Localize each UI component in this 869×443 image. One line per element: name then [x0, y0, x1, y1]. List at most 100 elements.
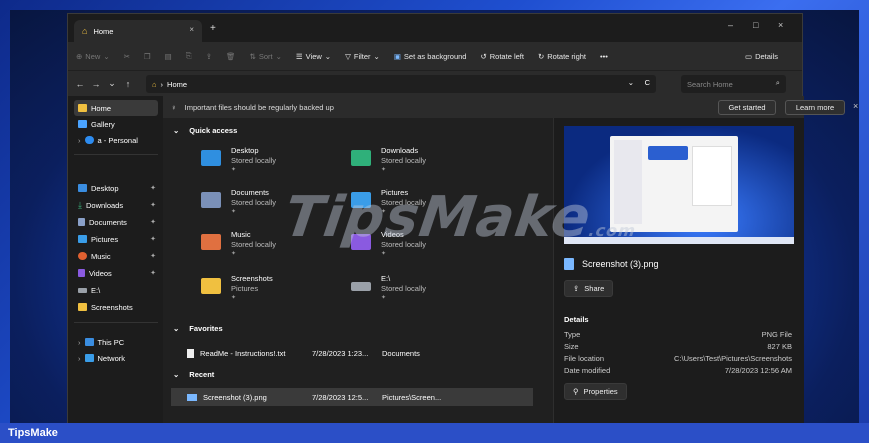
sidebar-item-label: Home [91, 103, 112, 113]
up-button[interactable]: ↑ [120, 79, 136, 89]
plus-circle-icon: ⊕ [76, 51, 83, 61]
sidebar-item-label: Gallery [91, 119, 115, 129]
file-location: Pictures\Screen... [382, 392, 442, 402]
folder-status: Stored locally [231, 198, 277, 207]
documents-folder-icon [201, 192, 221, 208]
quick-access-drive-e[interactable]: E:\ Stored locally ✦ [351, 274, 491, 310]
recent-header[interactable]: ⌄ Recent [173, 370, 214, 379]
sidebar-item-screenshots[interactable]: Screenshots [74, 299, 158, 315]
rename-icon[interactable]: ⎘ [186, 51, 192, 61]
folder-name: Downloads [381, 146, 419, 155]
section-title: Favorites [189, 324, 223, 333]
address-dropdown-icon[interactable]: ⌄ [628, 78, 634, 87]
folder-status: Stored locally [231, 156, 277, 165]
filter-button[interactable]: ▽ Filter ⌄ [345, 52, 380, 61]
forward-button[interactable]: → [88, 79, 104, 89]
computer-icon [84, 338, 94, 346]
close-window-button[interactable]: × [778, 20, 783, 30]
maximize-button[interactable]: □ [753, 20, 758, 30]
get-started-button[interactable]: Get started [718, 100, 776, 115]
section-title: Quick access [189, 126, 238, 135]
view-icon: ☰ [295, 51, 303, 61]
rotate-left-button[interactable]: ↺ Rotate left [480, 52, 523, 61]
new-label: New [85, 51, 101, 61]
breadcrumb-home[interactable]: Home [167, 80, 187, 89]
sidebar-item-pictures[interactable]: Pictures ✦ [74, 231, 158, 247]
folder-status: Pictures [231, 284, 259, 293]
watermark-text: TipsMake [280, 185, 596, 250]
folder-name: Desktop [231, 146, 259, 155]
download-icon: ⤓ [78, 199, 82, 210]
pin-icon: ✦ [150, 202, 156, 209]
sort-icon: ⇅ [249, 51, 256, 61]
new-button[interactable]: ⊕ New ⌄ [76, 52, 110, 61]
gallery-icon [78, 120, 87, 128]
quick-access-desktop[interactable]: Desktop Stored locally ✦ [201, 146, 341, 182]
set-background-button[interactable]: ▣ Set as background [394, 52, 467, 61]
sidebar-item-videos[interactable]: Videos ✦ [74, 265, 158, 281]
section-title: Recent [189, 370, 215, 379]
rotate-right-button[interactable]: ↻ Rotate right [538, 52, 586, 61]
close-banner-icon[interactable]: × [853, 101, 858, 111]
learn-more-button[interactable]: Learn more [785, 100, 845, 115]
chevron-down-icon: ⌄ [373, 51, 380, 61]
sidebar-item-network[interactable]: › Network [74, 350, 158, 366]
sidebar-item-home[interactable]: Home [74, 100, 158, 116]
list-item[interactable]: Screenshot (3).png 7/28/2023 12:5... Pic… [171, 388, 533, 406]
details-button[interactable]: ▭ Details [745, 52, 778, 61]
view-button[interactable]: ☰ View ⌄ [296, 52, 331, 61]
paste-icon[interactable]: ▤ [165, 52, 172, 61]
quick-access-downloads[interactable]: Downloads Stored locally ✦ [351, 146, 491, 182]
sidebar-item-documents[interactable]: Documents ✦ [74, 214, 158, 230]
search-input[interactable]: Search Home ⌕ [681, 75, 786, 93]
sidebar-item-drive-e[interactable]: E:\ [74, 282, 158, 298]
favorites-header[interactable]: ⌄ Favorites [173, 324, 223, 333]
folder-icon [78, 303, 87, 311]
sidebar-item-this-pc[interactable]: › This PC [74, 334, 158, 350]
properties-button[interactable]: ⚲ Properties [564, 383, 627, 400]
wrench-icon: ⚲ [573, 387, 579, 396]
more-options-button[interactable]: ••• [600, 52, 608, 61]
sidebar-item-gallery[interactable]: Gallery [74, 116, 158, 132]
sidebar-item-label: Network [97, 353, 126, 363]
sidebar-item-onedrive[interactable]: › a - Personal [74, 132, 158, 148]
new-tab-button[interactable]: + [210, 23, 216, 34]
tab-home[interactable]: ⌂ Home × [74, 20, 202, 42]
sidebar-item-music[interactable]: Music ✦ [74, 248, 158, 264]
pin-icon: ✦ [381, 251, 387, 257]
preview-filename: Screenshot (3).png [582, 259, 659, 269]
refresh-icon[interactable]: C [645, 78, 650, 87]
desktop-icon [78, 184, 87, 192]
cut-icon[interactable]: ✂ [124, 52, 130, 61]
chevron-down-icon: ⌄ [173, 126, 180, 135]
share-button[interactable]: ⇪ Share [564, 280, 614, 297]
copy-icon[interactable]: ❐ [144, 52, 151, 61]
main-content: ⌄ Quick access Desktop Stored locally ✦ … [163, 118, 553, 424]
list-item[interactable]: ReadMe - Instructions!.txt 7/28/2023 1:2… [171, 344, 533, 362]
sidebar-item-downloads[interactable]: ⤓ Downloads ✦ [74, 197, 158, 213]
drive-icon [351, 282, 371, 291]
image-file-icon [564, 258, 574, 270]
sort-button[interactable]: ⇅ Sort ⌄ [250, 52, 282, 61]
sidebar-item-desktop[interactable]: Desktop ✦ [74, 180, 158, 196]
chevron-down-icon: ⌄ [173, 324, 180, 333]
recent-locations-button[interactable]: ⌄ [104, 78, 120, 89]
share-icon[interactable]: ⇪ [206, 52, 212, 61]
quick-access-header[interactable]: ⌄ Quick access [173, 126, 237, 135]
delete-icon[interactable]: 🗑 [226, 52, 236, 61]
footer-brand-bar: TipsMake [0, 423, 869, 443]
back-button[interactable]: ← [72, 79, 88, 89]
quick-access-screenshots[interactable]: Screenshots Pictures ✦ [201, 274, 341, 310]
sidebar-item-label: Documents [89, 217, 127, 227]
watermark: TipsMake.com [280, 185, 642, 250]
close-tab-icon[interactable]: × [189, 25, 194, 34]
screenshots-folder-icon [201, 278, 221, 294]
breadcrumb[interactable]: ⌂ › Home ⌄ C [146, 75, 656, 93]
breadcrumb-separator: › [160, 79, 164, 89]
rotate-left-icon: ↺ [480, 51, 487, 61]
videos-icon [78, 269, 85, 277]
pin-icon: ✦ [381, 167, 387, 173]
minimize-button[interactable]: – [728, 20, 733, 30]
pin-icon: ✦ [231, 295, 237, 301]
detail-value: PNG File [761, 330, 792, 339]
